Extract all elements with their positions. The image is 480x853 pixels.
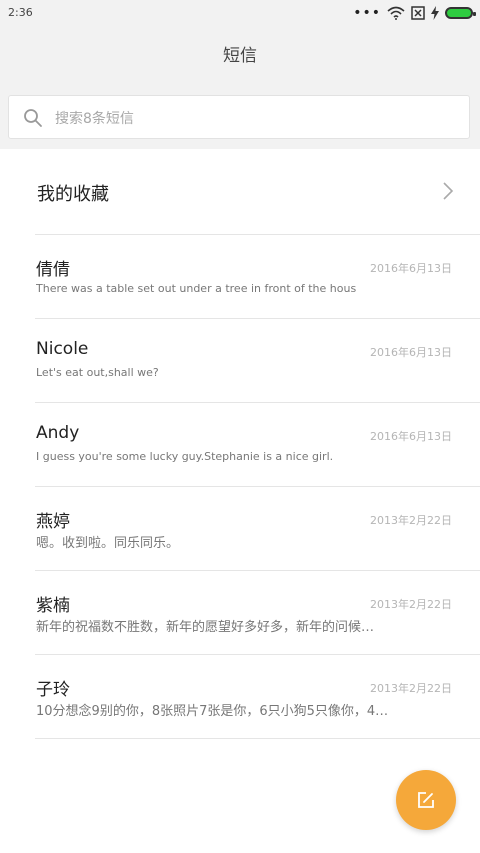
message-preview: 新年的祝福数不胜数，新年的愿望好多好多，新年的问候… (36, 620, 375, 635)
status-bar: 2:36 ••• (0, 0, 480, 26)
message-preview: There was a table set out under a tree i… (36, 282, 357, 295)
contact-name: 子玲 (36, 680, 70, 700)
message-date: 2016年6月13日 (370, 262, 452, 275)
message-date: 2016年6月13日 (370, 346, 452, 359)
page-title: 短信 (223, 46, 257, 66)
contact-name: 燕婷 (36, 512, 70, 532)
message-preview: Let's eat out,shall we? (36, 366, 159, 379)
conversation-row[interactable]: 子玲 2013年2月22日 10分想念9别的你，8张照片7张是你，6只小狗5只像… (0, 654, 480, 738)
status-icons: ••• (353, 5, 476, 21)
wifi-icon (387, 6, 405, 20)
message-preview: 10分想念9别的你，8张照片7张是你，6只小狗5只像你，4… (36, 704, 389, 719)
divider (35, 738, 480, 739)
favorites-row[interactable]: 我的收藏 (0, 150, 480, 234)
no-sim-icon (411, 6, 425, 20)
contact-name: Nicole (36, 339, 89, 359)
chevron-right-icon (443, 182, 454, 200)
search-input[interactable]: 搜索8条短信 (8, 95, 470, 139)
message-preview: 嗯。收到啦。同乐同乐。 (36, 536, 180, 551)
conversation-row[interactable]: Nicole 2016年6月13日 Let's eat out,shall we… (0, 318, 480, 402)
message-date: 2013年2月22日 (370, 514, 452, 527)
more-dots-icon: ••• (353, 5, 381, 21)
charging-icon (431, 6, 439, 20)
contact-name: 倩倩 (36, 260, 70, 280)
battery-icon (445, 7, 476, 19)
message-date: 2013年2月22日 (370, 598, 452, 611)
favorites-label: 我的收藏 (37, 184, 109, 205)
contact-name: 紫楠 (36, 596, 70, 616)
search-placeholder: 搜索8条短信 (55, 111, 134, 127)
conversation-row[interactable]: 燕婷 2013年2月22日 嗯。收到啦。同乐同乐。 (0, 486, 480, 570)
search-area: 搜索8条短信 (0, 86, 480, 149)
app-bar: 短信 (0, 26, 480, 86)
search-icon (24, 109, 42, 127)
compose-icon (418, 792, 434, 808)
conversation-row[interactable]: 紫楠 2013年2月22日 新年的祝福数不胜数，新年的愿望好多好多，新年的问候… (0, 570, 480, 654)
contact-name: Andy (36, 423, 80, 443)
message-date: 2013年2月22日 (370, 682, 452, 695)
message-preview: I guess you're some lucky guy.Stephanie … (36, 450, 334, 463)
conversation-row[interactable]: Andy 2016年6月13日 I guess you're some luck… (0, 402, 480, 486)
conversation-row[interactable]: 倩倩 2016年6月13日 There was a table set out … (0, 234, 480, 318)
compose-button[interactable] (396, 770, 456, 830)
status-time: 2:36 (8, 6, 33, 19)
message-date: 2016年6月13日 (370, 430, 452, 443)
